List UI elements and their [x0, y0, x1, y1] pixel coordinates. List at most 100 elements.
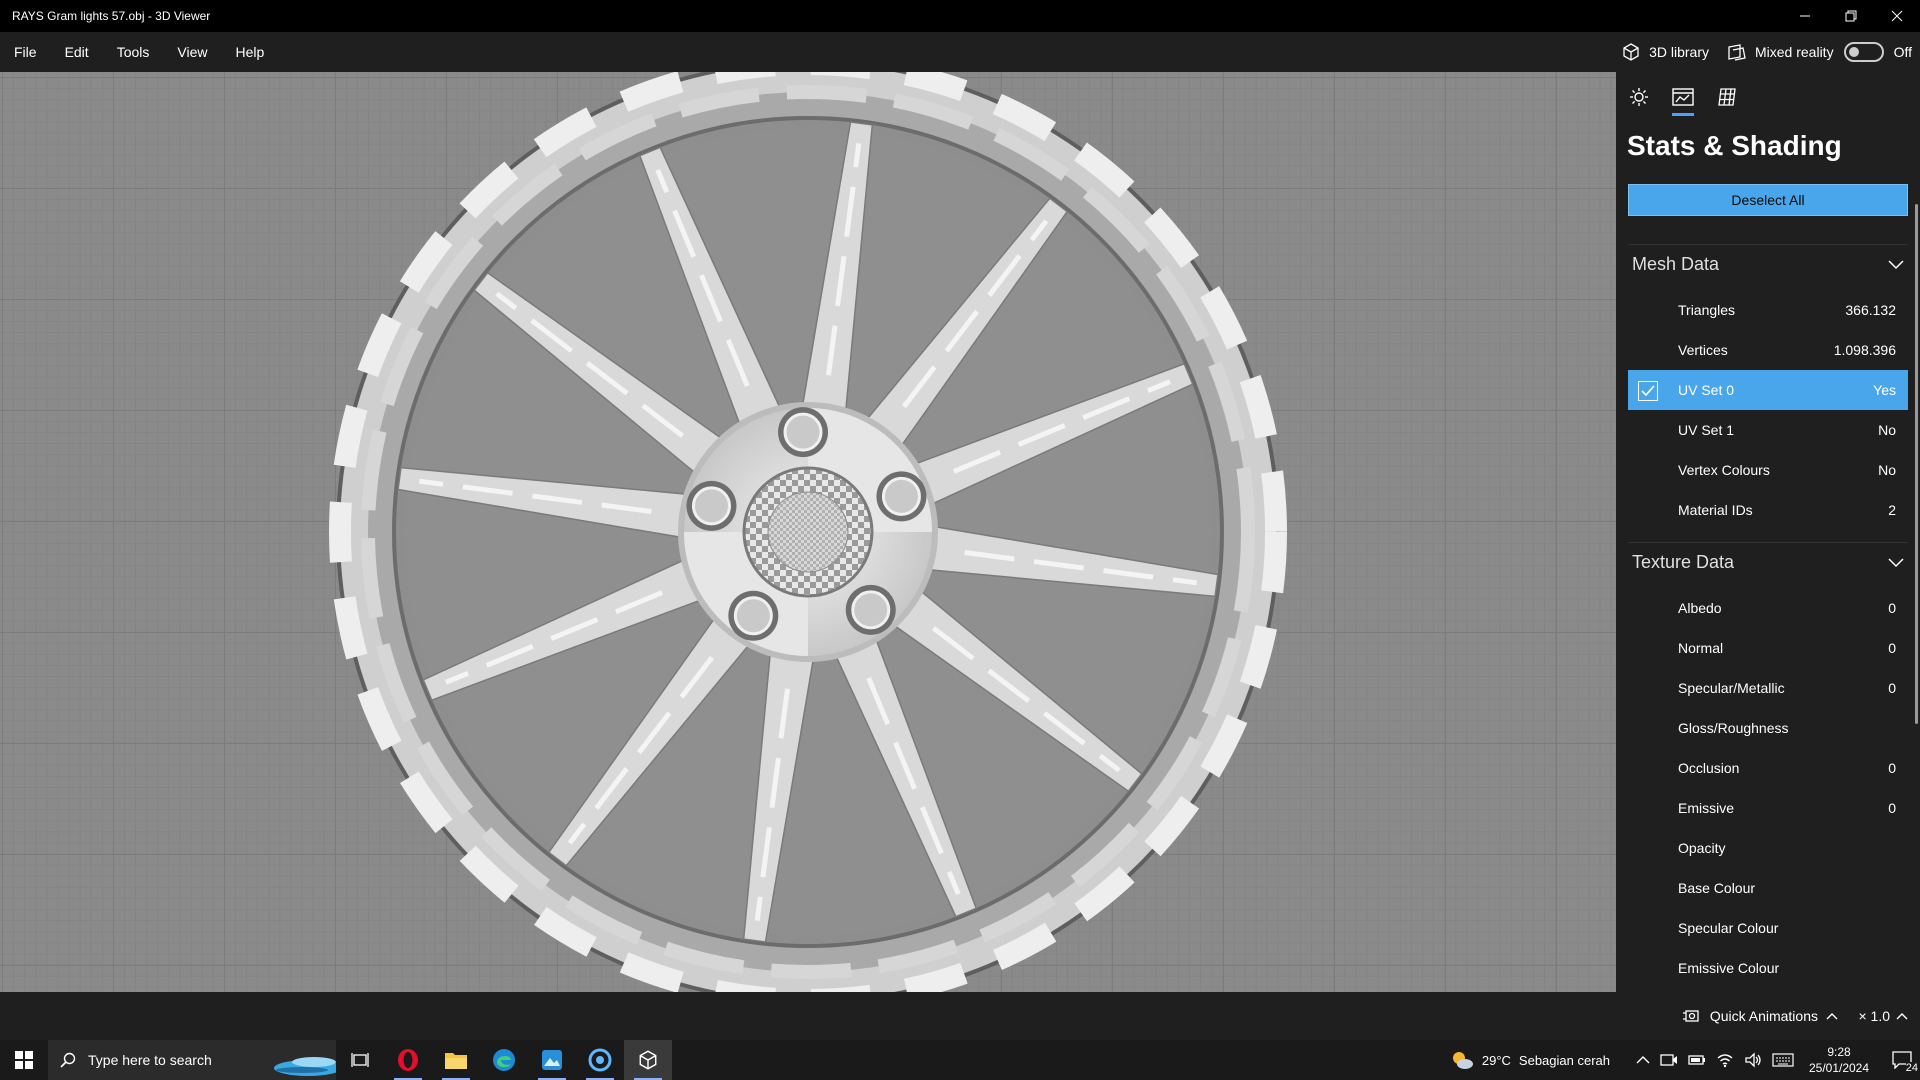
- minimize-button[interactable]: [1782, 0, 1828, 32]
- mesh-row-vertices: Vertices 1.098.396: [1628, 330, 1908, 370]
- chevron-down-icon: [1888, 557, 1904, 567]
- menu-bar: File Edit Tools View Help 3D library Mix…: [0, 32, 1920, 72]
- restore-button[interactable]: [1828, 0, 1874, 32]
- row-label: Specular Colour: [1678, 920, 1779, 936]
- sun-icon: [1630, 88, 1648, 106]
- mesh-data-header[interactable]: Mesh Data: [1628, 244, 1908, 284]
- chevron-up-icon: [1826, 1013, 1838, 1020]
- texture-data-header[interactable]: Texture Data: [1628, 542, 1908, 582]
- window-title: RAYS Gram lights 57.obj - 3D Viewer: [12, 9, 211, 23]
- keyboard-icon[interactable]: [1772, 1053, 1794, 1067]
- texture-row-specular-colour[interactable]: Specular Colour: [1628, 908, 1908, 948]
- mesh-row-uv-set-1[interactable]: UV Set 1 No: [1628, 410, 1908, 450]
- center-cap-logo: [767, 491, 849, 573]
- mesh-row-triangles: Triangles 366.132: [1628, 290, 1908, 330]
- mixed-reality-label: Mixed reality: [1754, 44, 1834, 60]
- row-label: Normal: [1678, 640, 1724, 656]
- windows-logo-icon: [15, 1051, 33, 1069]
- search-highlight-image: [274, 1057, 336, 1076]
- mixed-reality-toggle[interactable]: [1843, 42, 1884, 62]
- deselect-all-button[interactable]: Deselect All: [1628, 184, 1908, 216]
- task-view-button[interactable]: [336, 1040, 384, 1080]
- row-value: No: [1878, 422, 1896, 438]
- search-icon: [60, 1052, 76, 1068]
- texture-row-gloss-roughness[interactable]: Gloss/Roughness: [1628, 708, 1908, 748]
- mesh-row-vertex-colours[interactable]: Vertex Colours No: [1628, 450, 1908, 490]
- row-value: 2: [1888, 502, 1896, 518]
- taskbar-photos[interactable]: [528, 1040, 576, 1080]
- taskbar-app[interactable]: [576, 1040, 624, 1080]
- taskbar-file-explorer[interactable]: [432, 1040, 480, 1080]
- restore-icon: [1845, 10, 1857, 22]
- playback-speed-button[interactable]: × 1.0: [1858, 992, 1908, 1040]
- taskbar-3d-viewer[interactable]: [624, 1040, 672, 1080]
- row-value: No: [1878, 462, 1896, 478]
- wifi-icon[interactable]: [1716, 1052, 1734, 1068]
- panel-scrollbar[interactable]: [1915, 204, 1918, 724]
- taskbar-search[interactable]: Type here to search: [48, 1040, 336, 1080]
- texture-row-emissive[interactable]: Emissive 0: [1628, 788, 1908, 828]
- close-button[interactable]: [1874, 0, 1920, 32]
- 3d-library-button[interactable]: 3D library: [1621, 42, 1709, 62]
- row-label: Triangles: [1678, 302, 1736, 318]
- mesh-row-uv-set-0[interactable]: UV Set 0 Yes: [1628, 370, 1908, 410]
- chevron-up-icon: [1896, 1013, 1908, 1020]
- animation-icon: [1682, 1010, 1699, 1022]
- menu-tools[interactable]: Tools: [103, 32, 164, 72]
- quick-animations-label: Quick Animations: [1709, 1008, 1818, 1024]
- 3d-library-label: 3D library: [1649, 44, 1709, 60]
- minimize-icon: [1800, 15, 1810, 17]
- battery-icon[interactable]: [1688, 1052, 1706, 1068]
- start-button[interactable]: [0, 1040, 48, 1080]
- wheel-model[interactable]: [0, 72, 1616, 992]
- lug-nut: [881, 476, 921, 516]
- volume-icon[interactable]: [1744, 1052, 1762, 1068]
- row-label: Specular/Metallic: [1678, 680, 1785, 696]
- texture-row-albedo[interactable]: Albedo 0: [1628, 588, 1908, 628]
- 3d-viewer-icon: [639, 1050, 657, 1070]
- texture-row-specular-metallic[interactable]: Specular/Metallic 0: [1628, 668, 1908, 708]
- toggle-knob: [1848, 47, 1859, 57]
- 3d-viewport[interactable]: [0, 72, 1616, 992]
- mesh-row-material-ids[interactable]: Material IDs 2: [1628, 490, 1908, 530]
- lug-nut: [733, 596, 773, 636]
- grid-icon: [1718, 88, 1736, 106]
- texture-row-occlusion[interactable]: Occlusion 0: [1628, 748, 1908, 788]
- notification-center-button[interactable]: 24: [1884, 1040, 1920, 1080]
- menu-file[interactable]: File: [0, 32, 51, 72]
- menu-view[interactable]: View: [163, 32, 221, 72]
- notification-badge: 24: [1905, 1062, 1918, 1074]
- menu-help[interactable]: Help: [221, 32, 278, 72]
- toggle-state-label: Off: [1893, 44, 1912, 60]
- tab-stats-shading[interactable]: [1670, 82, 1696, 116]
- system-tray: 29°C Sebagian cerah 9:28 25/01/2024 24: [1450, 1040, 1920, 1080]
- texture-row-emissive-colour[interactable]: Emissive Colour: [1628, 948, 1908, 988]
- tab-mesh-grid[interactable]: [1714, 82, 1740, 112]
- meet-now-icon[interactable]: [1660, 1052, 1678, 1068]
- stats-icon: [1672, 88, 1694, 106]
- lug-nut: [851, 590, 891, 630]
- clock[interactable]: 9:28 25/01/2024: [1804, 1044, 1874, 1076]
- weather-temp: 29°C: [1481, 1052, 1511, 1068]
- texture-row-opacity[interactable]: Opacity: [1628, 828, 1908, 868]
- cube-icon: [1623, 43, 1639, 61]
- tab-lighting[interactable]: [1626, 82, 1652, 112]
- taskbar-edge[interactable]: [480, 1040, 528, 1080]
- chevron-up-icon[interactable]: [1636, 1055, 1650, 1065]
- uv-set-0-checkbox[interactable]: [1638, 381, 1658, 401]
- app-icon: [588, 1048, 612, 1072]
- row-label: Base Colour: [1678, 880, 1756, 896]
- quick-animations-button[interactable]: Quick Animations: [1682, 992, 1838, 1040]
- texture-row-normal[interactable]: Normal 0: [1628, 628, 1908, 668]
- taskbar-opera[interactable]: [384, 1040, 432, 1080]
- texture-row-base-colour[interactable]: Base Colour: [1628, 868, 1908, 908]
- chevron-down-icon: [1888, 259, 1904, 269]
- menu-edit[interactable]: Edit: [51, 32, 103, 72]
- weather-widget[interactable]: 29°C Sebagian cerah: [1450, 1050, 1610, 1070]
- mixed-reality-button[interactable]: Mixed reality: [1727, 42, 1834, 62]
- row-label: Vertices: [1678, 342, 1728, 358]
- mesh-data-title: Mesh Data: [1632, 254, 1720, 274]
- panel-title: Stats & Shading: [1627, 130, 1842, 161]
- row-value: 0: [1888, 800, 1896, 816]
- texture-data-title: Texture Data: [1632, 552, 1735, 572]
